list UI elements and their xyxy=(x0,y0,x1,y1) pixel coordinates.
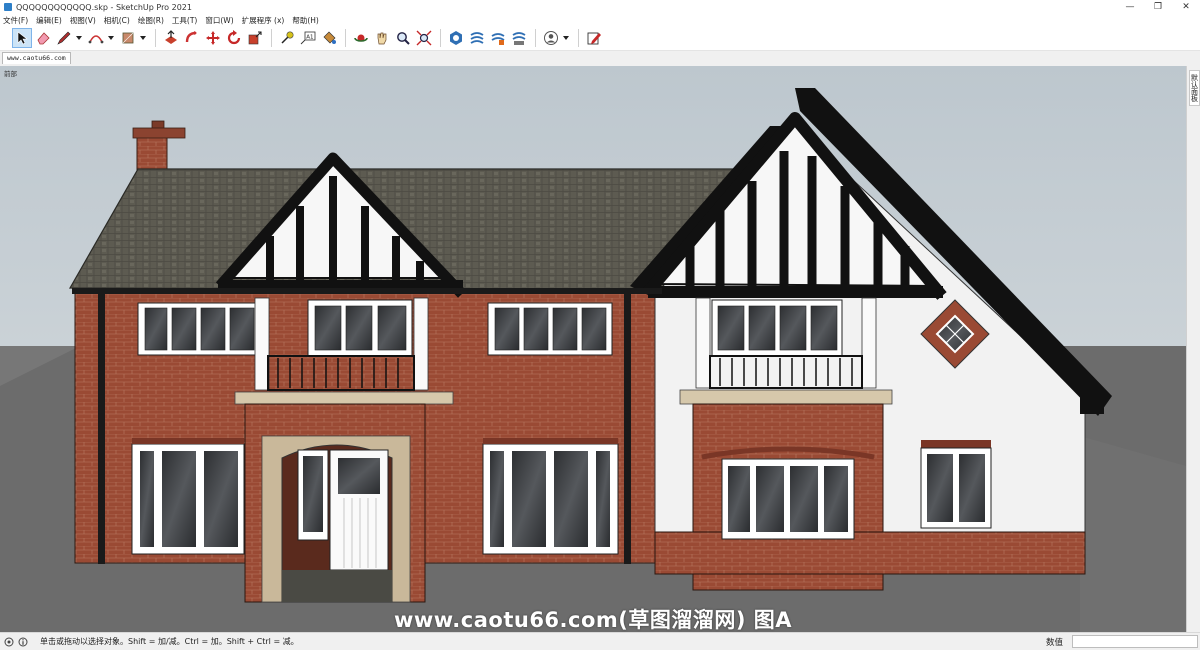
menu-edit[interactable]: 编辑(E) xyxy=(36,15,62,26)
extension-manager-button[interactable] xyxy=(509,28,529,48)
line-tool-button[interactable] xyxy=(54,28,74,48)
menu-tools[interactable]: 工具(T) xyxy=(172,15,197,26)
line-tool-dropdown[interactable] xyxy=(75,28,83,48)
menu-draw[interactable]: 绘图(R) xyxy=(138,15,164,26)
eraser-icon xyxy=(37,32,50,45)
shape-tool-button[interactable] xyxy=(118,28,138,48)
measurements-input[interactable] xyxy=(1072,635,1198,648)
house-model-render xyxy=(0,66,1186,632)
zoom-extents-tool-button[interactable] xyxy=(414,28,434,48)
layout-send-button[interactable] xyxy=(488,28,508,48)
caret-down-icon xyxy=(563,36,569,40)
toolbar-separator xyxy=(155,29,156,47)
close-button[interactable]: ✕ xyxy=(1172,0,1200,14)
arc-tool-dropdown[interactable] xyxy=(107,28,115,48)
account-button[interactable] xyxy=(541,28,561,48)
tape-measure-tool-button[interactable] xyxy=(277,28,297,48)
extension-manager-icon xyxy=(512,32,526,45)
user-account-icon xyxy=(544,31,558,45)
layout-icon xyxy=(491,33,505,45)
toolbar-separator xyxy=(440,29,441,47)
paint-bucket-tool-button[interactable] xyxy=(319,28,339,48)
toolbar-separator xyxy=(271,29,272,47)
arc-icon xyxy=(88,35,104,44)
scale-tool-button[interactable] xyxy=(245,28,265,48)
scene-tab[interactable]: www.caotu66.com xyxy=(2,52,71,64)
rotate-icon xyxy=(227,30,241,45)
rotate-tool-button[interactable] xyxy=(224,28,244,48)
scale-icon xyxy=(248,31,262,45)
menu-camera[interactable]: 相机(C) xyxy=(104,15,130,26)
orbit-tool-button[interactable] xyxy=(351,28,371,48)
status-hint: 单击或拖动以选择对象。Shift = 加/减。Ctrl = 加。Shift + … xyxy=(40,637,299,646)
move-arrows-icon xyxy=(206,31,220,45)
toolbar-separator xyxy=(535,29,536,47)
geo-location-icon[interactable] xyxy=(4,637,14,647)
default-tray-tab[interactable]: 默认面板 xyxy=(1189,70,1200,106)
arc-tool-button[interactable] xyxy=(86,28,106,48)
title-bar: QQQQQQQQQQQQ.skp - SketchUp Pro 2021 — ❐… xyxy=(0,0,1200,14)
edit-document-icon xyxy=(587,32,601,45)
info-icon[interactable] xyxy=(18,637,28,647)
magnifier-icon xyxy=(397,32,410,45)
window-controls: — ❐ ✕ xyxy=(1116,0,1200,14)
text-tool-button[interactable]: A1 xyxy=(298,28,318,48)
shape-tool-dropdown[interactable] xyxy=(139,28,147,48)
caret-down-icon xyxy=(76,36,82,40)
pencil-icon xyxy=(57,31,71,45)
watermark-text: www.caotu66.com(草图溜溜网) 图A xyxy=(393,608,793,632)
toolbar-separator xyxy=(578,29,579,47)
tape-measure-icon xyxy=(281,31,294,44)
push-pull-tool-button[interactable] xyxy=(161,28,181,48)
pan-hand-icon xyxy=(377,32,387,45)
menu-extensions[interactable]: 扩展程序 (x) xyxy=(242,15,285,26)
rectangle-icon xyxy=(122,32,134,44)
svg-text:A1: A1 xyxy=(306,34,313,40)
status-bar: 单击或拖动以选择对象。Shift = 加/减。Ctrl = 加。Shift + … xyxy=(0,632,1200,650)
zoom-extents-icon xyxy=(416,30,432,46)
measurements-label: 数值 xyxy=(1046,638,1064,648)
extension-warehouse-button[interactable] xyxy=(467,28,487,48)
orbit-icon xyxy=(354,34,368,42)
extension-warehouse-icon xyxy=(470,32,484,44)
account-dropdown[interactable] xyxy=(562,28,570,48)
view-name-label: 前部 xyxy=(4,70,17,78)
move-tool-button[interactable] xyxy=(203,28,223,48)
text-label-icon: A1 xyxy=(300,31,316,45)
scene-tab-strip: www.caotu66.com xyxy=(0,51,1200,64)
eraser-tool-button[interactable] xyxy=(33,28,53,48)
cursor-arrow-icon xyxy=(17,31,28,45)
menu-bar: 文件(F) 编辑(E) 视图(V) 相机(C) 绘图(R) 工具(T) 窗口(W… xyxy=(0,14,1200,26)
sketchup-window: QQQQQQQQQQQQ.skp - SketchUp Pro 2021 — ❐… xyxy=(0,0,1200,650)
menu-window[interactable]: 窗口(W) xyxy=(205,15,233,26)
follow-me-icon xyxy=(185,31,197,43)
main-toolbar: A1 xyxy=(0,26,1200,51)
send-to-layout-button[interactable] xyxy=(584,28,604,48)
sketchup-logo-icon xyxy=(4,3,12,11)
warehouse-tool-button[interactable] xyxy=(446,28,466,48)
3d-warehouse-icon xyxy=(450,31,462,45)
default-tray: 默认面板 xyxy=(1186,66,1200,632)
caret-down-icon xyxy=(108,36,114,40)
window-title: QQQQQQQQQQQQ.skp - SketchUp Pro 2021 xyxy=(16,2,192,12)
toolbar-separator xyxy=(345,29,346,47)
caret-down-icon xyxy=(140,36,146,40)
zoom-tool-button[interactable] xyxy=(393,28,413,48)
paint-bucket-icon xyxy=(323,31,336,44)
push-pull-icon xyxy=(165,30,177,44)
menu-file[interactable]: 文件(F) xyxy=(3,15,28,26)
menu-help[interactable]: 帮助(H) xyxy=(292,15,319,26)
select-tool-button[interactable] xyxy=(12,28,32,48)
pan-tool-button[interactable] xyxy=(372,28,392,48)
follow-me-tool-button[interactable] xyxy=(182,28,202,48)
minimize-button[interactable]: — xyxy=(1116,0,1144,14)
modeling-viewport[interactable]: 前部 www.caotu66.com(草图溜溜网) 图A xyxy=(0,66,1186,632)
menu-view[interactable]: 视图(V) xyxy=(70,15,96,26)
restore-button[interactable]: ❐ xyxy=(1144,0,1172,14)
